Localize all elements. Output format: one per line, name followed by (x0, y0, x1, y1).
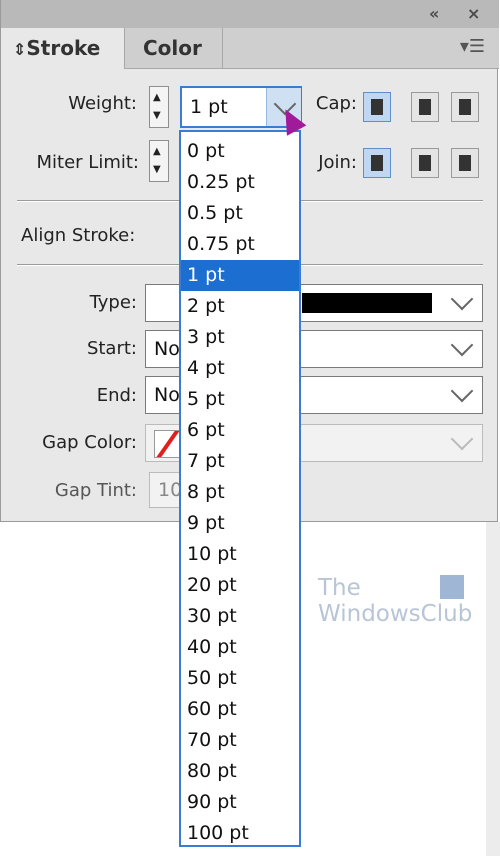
dropdown-option[interactable]: 6 pt (181, 415, 299, 446)
background-strip (486, 522, 500, 856)
chevron-down-icon (450, 287, 474, 311)
butt-cap-button[interactable] (363, 92, 391, 122)
watermark-line2: WindowsClub (318, 601, 473, 627)
dropdown-option[interactable]: 0.5 pt (181, 198, 299, 229)
dropdown-option[interactable]: 4 pt (181, 353, 299, 384)
round-cap-button[interactable] (411, 92, 439, 122)
dropdown-option[interactable]: 8 pt (181, 477, 299, 508)
end-value: No (154, 384, 180, 406)
weight-dropdown-list[interactable]: 0 pt 0.25 pt 0.5 pt 0.75 pt 1 pt 2 pt 3 pt 4 pt… (179, 130, 301, 847)
cap-label: Cap: (315, 93, 357, 114)
align-stroke-label: Align Stroke: (21, 225, 136, 246)
weight-label: Weight: (68, 93, 137, 114)
type-label: Type: (89, 292, 137, 313)
dropdown-option[interactable]: 40 pt (181, 632, 299, 663)
dropdown-option[interactable]: 0 pt (181, 136, 299, 167)
dropdown-option[interactable]: 90 pt (181, 787, 299, 818)
chevron-down-icon (450, 379, 474, 403)
dropdown-option[interactable]: 2 pt (181, 291, 299, 322)
end-label: End: (96, 385, 137, 406)
start-value: No (154, 338, 180, 360)
arrow-up-icon[interactable]: ▲ (153, 93, 161, 103)
join-label: Join: (318, 152, 357, 173)
miter-limit-label: Miter Limit: (36, 152, 139, 173)
weight-value: 1 pt (190, 96, 228, 118)
close-icon[interactable]: × (467, 4, 480, 23)
stroke-type-preview (302, 293, 432, 313)
dropdown-option[interactable]: 80 pt (181, 756, 299, 787)
bevel-join-icon (459, 155, 471, 171)
chevron-down-icon (450, 427, 474, 451)
dropdown-option[interactable]: 0.25 pt (181, 167, 299, 198)
miter-stepper[interactable]: ▲ ▼ (149, 140, 169, 182)
panel-menu-icon[interactable]: ▾☰ (460, 36, 485, 57)
dropdown-option[interactable]: 0.75 pt (181, 229, 299, 260)
miter-join-icon (371, 155, 383, 171)
arrow-up-icon[interactable]: ▲ (153, 147, 161, 157)
start-label: Start: (86, 338, 137, 359)
gap-tint-label: Gap Tint: (54, 480, 137, 501)
round-join-icon (419, 155, 431, 171)
round-join-button[interactable] (411, 148, 439, 178)
chevron-down-icon (450, 333, 474, 357)
projecting-cap-icon (459, 99, 471, 115)
arrow-down-icon[interactable]: ▼ (153, 165, 161, 175)
panel-titlebar: « × (1, 0, 499, 28)
dropdown-option[interactable]: 20 pt (181, 570, 299, 601)
dropdown-option[interactable]: 7 pt (181, 446, 299, 477)
bevel-join-button[interactable] (451, 148, 479, 178)
dropdown-option[interactable]: 60 pt (181, 694, 299, 725)
sort-icon: ⇕ (13, 40, 27, 59)
dropdown-option[interactable]: 100 pt (181, 818, 299, 849)
dropdown-option[interactable]: 10 pt (181, 539, 299, 570)
miter-join-button[interactable] (363, 148, 391, 178)
arrow-down-icon[interactable]: ▼ (153, 111, 161, 121)
dropdown-option[interactable]: 9 pt (181, 508, 299, 539)
tab-stroke[interactable]: ⇕Stroke (1, 28, 125, 69)
weight-stepper[interactable]: ▲ ▼ (149, 86, 169, 128)
projecting-cap-button[interactable] (451, 92, 479, 122)
watermark-line1: The (318, 575, 361, 601)
none-swatch-icon (154, 430, 180, 458)
dropdown-option[interactable]: 30 pt (181, 601, 299, 632)
round-cap-icon (419, 99, 431, 115)
dropdown-option[interactable]: 1 pt (181, 260, 299, 291)
dropdown-option[interactable]: 5 pt (181, 384, 299, 415)
collapse-icon[interactable]: « (429, 4, 439, 23)
tab-color[interactable]: Color (127, 28, 223, 68)
gap-color-label: Gap Color: (42, 432, 137, 453)
dropdown-option[interactable]: 3 pt (181, 322, 299, 353)
watermark-logo-icon (440, 575, 464, 599)
dropdown-option[interactable]: 50 pt (181, 663, 299, 694)
panel-tab-row: ⇕Stroke Color ▾☰ (1, 28, 499, 69)
butt-cap-icon (371, 99, 383, 115)
dropdown-option[interactable]: 70 pt (181, 725, 299, 756)
